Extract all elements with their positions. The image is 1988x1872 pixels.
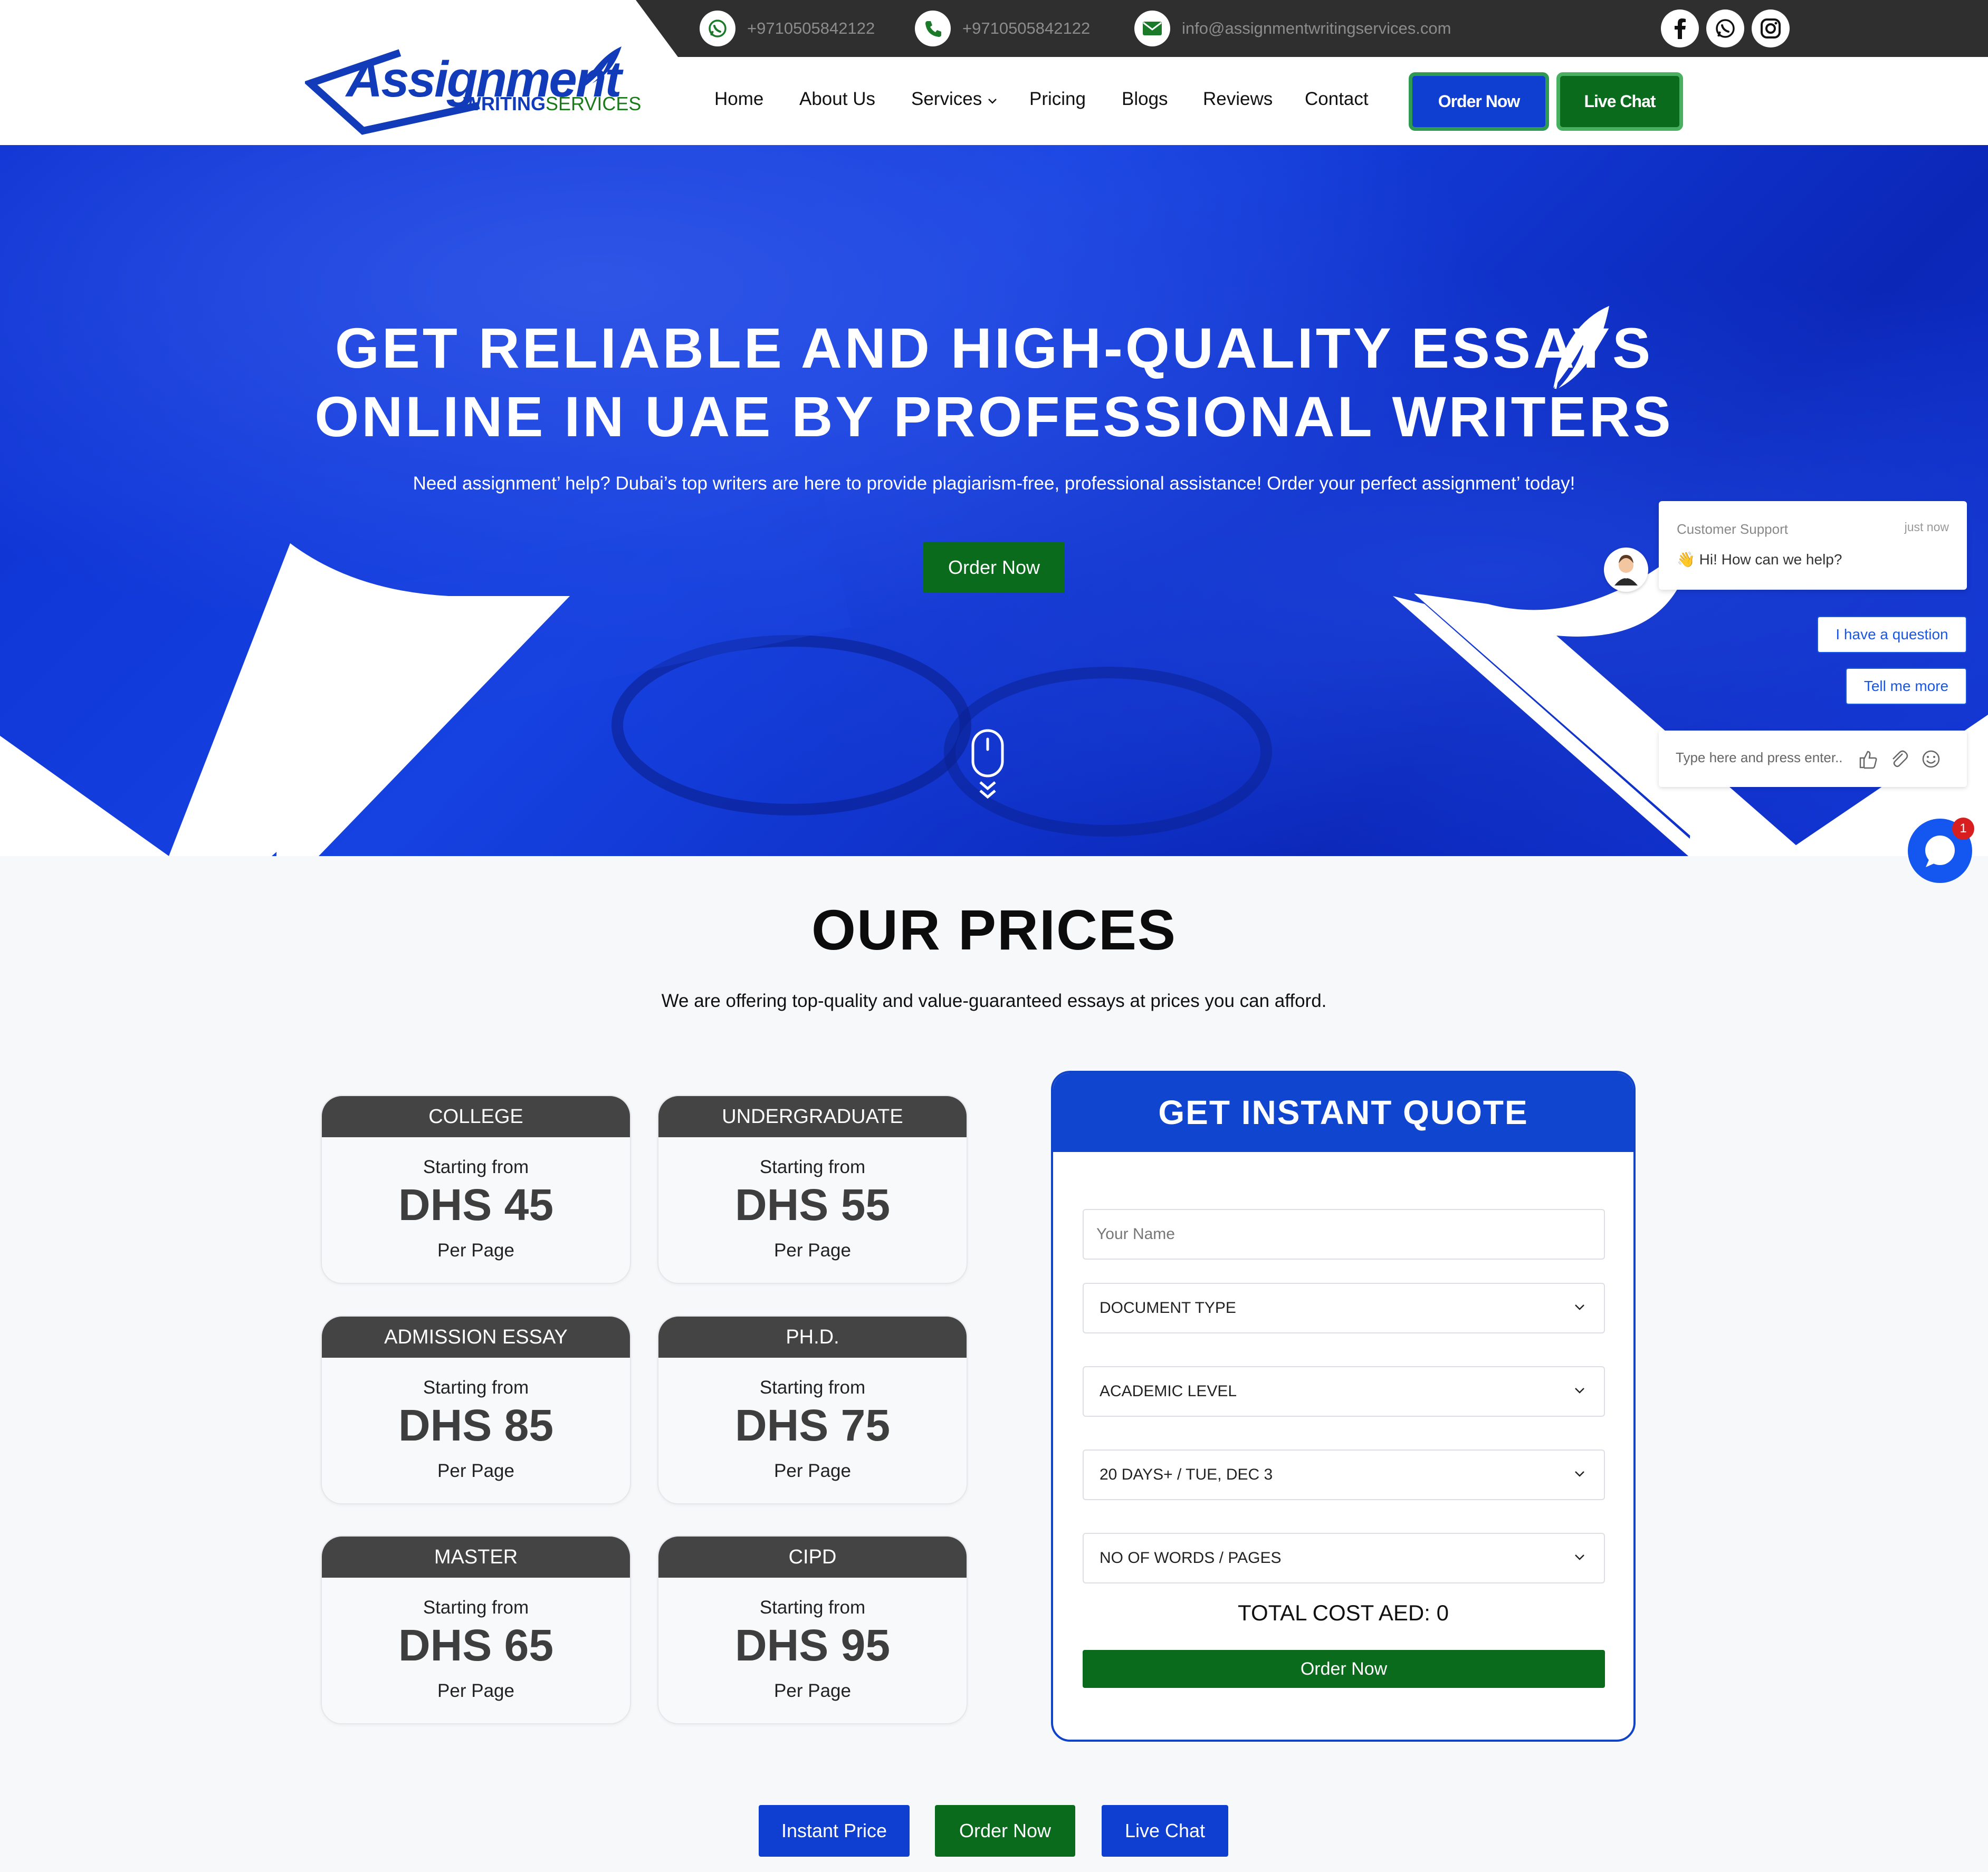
site-header: +9710505842122 +9710505842122 info@assig… [0, 0, 1988, 145]
hero-subtitle: Need assignment’ help? Dubai’s top write… [413, 473, 1575, 494]
academic-level-select[interactable]: ACADEMIC LEVEL [1083, 1366, 1605, 1417]
chevron-down-icon [1575, 1388, 1584, 1394]
quote-form-title: GET INSTANT QUOTE [1053, 1073, 1633, 1152]
phone-number: +9710505842122 [962, 19, 1091, 37]
document-type-select[interactable]: DOCUMENT TYPE [1083, 1283, 1605, 1333]
price-card-price: DHS 45 [398, 1180, 554, 1230]
nav-pricing[interactable]: Pricing [1029, 89, 1086, 110]
instant-quote-form: GET INSTANT QUOTE Your Name DOCUMENT TYP… [1051, 1071, 1636, 1742]
chevron-down-icon [1575, 1554, 1584, 1560]
price-card-price: DHS 95 [734, 1620, 891, 1670]
price-card-level: PH.D. [658, 1317, 967, 1358]
bottom-live-chat-button[interactable]: Live Chat [1102, 1805, 1228, 1857]
price-card-price: DHS 75 [734, 1400, 891, 1450]
chat-chip-question[interactable]: I have a question [1817, 616, 1967, 653]
word-count-select[interactable]: NO OF WORDS / PAGES [1083, 1533, 1605, 1583]
thumbs-up-icon[interactable] [1857, 748, 1878, 770]
price-card-from: Starting from [759, 1157, 866, 1177]
price-card-from: Starting from [423, 1597, 529, 1618]
document-type-value: DOCUMENT TYPE [1100, 1299, 1236, 1317]
header-live-chat-button[interactable]: Live Chat [1556, 72, 1683, 131]
chevron-down-icon [988, 99, 997, 104]
price-card-cipd[interactable]: CIPD Starting from DHS 95 Per Page [657, 1535, 968, 1724]
logo-tagline: WRITINGSERVICES [463, 93, 642, 114]
deadline-select[interactable]: 20 DAYS+ / TUE, DEC 3 [1083, 1449, 1605, 1500]
email-contact[interactable]: info@assignmentwritingservices.com [1134, 9, 1451, 47]
word-count-value: NO OF WORDS / PAGES [1100, 1549, 1282, 1567]
price-card-level: ADMISSION ESSAY [322, 1317, 630, 1358]
whatsapp-contact[interactable]: +9710505842122 [700, 9, 875, 47]
chat-unread-badge: 1 [1952, 818, 1974, 840]
nav-about-us[interactable]: About Us [799, 89, 875, 110]
price-card-level: CIPD [658, 1537, 967, 1578]
emoji-icon[interactable] [1920, 748, 1942, 770]
total-cost: TOTAL COST AED: 0 [1238, 1600, 1449, 1625]
phone-contact[interactable]: +9710505842122 [915, 9, 1090, 47]
nav-contact[interactable]: Contact [1305, 89, 1369, 110]
nav-reviews[interactable]: Reviews [1203, 89, 1273, 110]
facebook-icon[interactable] [1661, 9, 1699, 47]
bottom-order-now-button[interactable]: Order Now [935, 1805, 1075, 1857]
price-card-level: COLLEGE [322, 1096, 630, 1137]
whatsapp-number: +9710505842122 [747, 19, 875, 37]
price-card-price: DHS 85 [398, 1400, 554, 1450]
phone-icon [915, 11, 951, 46]
whatsapp-social-icon[interactable] [1706, 9, 1744, 47]
price-card-per: Per Page [774, 1681, 851, 1701]
chat-agent-label: Customer Support [1677, 521, 1788, 537]
instant-price-button[interactable]: Instant Price [759, 1805, 910, 1857]
nav-home[interactable]: Home [714, 89, 763, 110]
nav-blogs[interactable]: Blogs [1122, 89, 1168, 110]
price-card-per: Per Page [774, 1240, 851, 1261]
price-card-price: DHS 55 [734, 1180, 891, 1230]
email-icon [1134, 11, 1170, 46]
deadline-value: 20 DAYS+ / TUE, DEC 3 [1100, 1466, 1273, 1483]
agent-avatar [1604, 548, 1648, 592]
site-logo[interactable]: Assignment WRITINGSERVICES [305, 46, 641, 136]
price-card-from: Starting from [423, 1377, 529, 1398]
nav-services-label: Services [911, 89, 982, 109]
prices-section-title: OUR PRICES [811, 898, 1177, 962]
price-card-per: Per Page [437, 1681, 514, 1701]
hero-title-line1: GET RELIABLE AND HIGH-QUALITY ESSAYS [334, 316, 1654, 380]
price-card-phd[interactable]: PH.D. Starting from DHS 75 Per Page [657, 1316, 968, 1504]
email-address: info@assignmentwritingservices.com [1182, 19, 1451, 37]
chevron-down-icon [1575, 1471, 1584, 1477]
chat-message-input[interactable]: Type here and press enter.. [1659, 731, 1967, 787]
price-card-from: Starting from [759, 1597, 866, 1618]
scroll-mouse-icon [971, 729, 1004, 799]
chat-timestamp: just now [1904, 520, 1949, 534]
price-card-per: Per Page [437, 1240, 514, 1261]
chevron-down-icon [1575, 1304, 1584, 1310]
price-card-master[interactable]: MASTER Starting from DHS 65 Per Page [321, 1535, 631, 1724]
chat-greeting-card[interactable]: Customer Support just now 👋 Hi! How can … [1659, 501, 1967, 590]
hero-title-line2: ONLINE IN UAE BY PROFESSIONAL WRITERS [314, 385, 1674, 448]
price-card-admission-essay[interactable]: ADMISSION ESSAY Starting from DHS 85 Per… [321, 1316, 631, 1504]
chat-chip-tell-more[interactable]: Tell me more [1846, 668, 1967, 705]
whatsapp-icon [700, 11, 735, 46]
price-card-level: MASTER [322, 1537, 630, 1578]
price-card-from: Starting from [423, 1157, 529, 1177]
quote-order-now-button[interactable]: Order Now [1083, 1650, 1605, 1688]
prices-section-subtitle: We are offering top-quality and value-gu… [661, 991, 1327, 1011]
price-card-price: DHS 65 [398, 1620, 554, 1670]
price-card-undergraduate[interactable]: UNDERGRADUATE Starting from DHS 55 Per P… [657, 1095, 968, 1284]
academic-level-value: ACADEMIC LEVEL [1100, 1383, 1237, 1400]
attachment-icon[interactable] [1889, 748, 1910, 770]
instagram-icon[interactable] [1752, 9, 1790, 47]
price-card-college[interactable]: COLLEGE Starting from DHS 45 Per Page [321, 1095, 631, 1284]
chat-greeting-message: 👋 Hi! How can we help? [1677, 551, 1842, 568]
price-card-per: Per Page [437, 1461, 514, 1481]
price-card-level: UNDERGRADUATE [658, 1096, 967, 1137]
chat-input-placeholder: Type here and press enter.. [1676, 750, 1843, 765]
header-order-now-button[interactable]: Order Now [1409, 72, 1549, 131]
nav-services[interactable]: Services [911, 89, 998, 110]
price-card-per: Per Page [774, 1461, 851, 1481]
price-card-from: Starting from [759, 1377, 866, 1398]
name-input[interactable]: Your Name [1083, 1209, 1605, 1260]
hero-order-now-button[interactable]: Order Now [923, 542, 1065, 593]
